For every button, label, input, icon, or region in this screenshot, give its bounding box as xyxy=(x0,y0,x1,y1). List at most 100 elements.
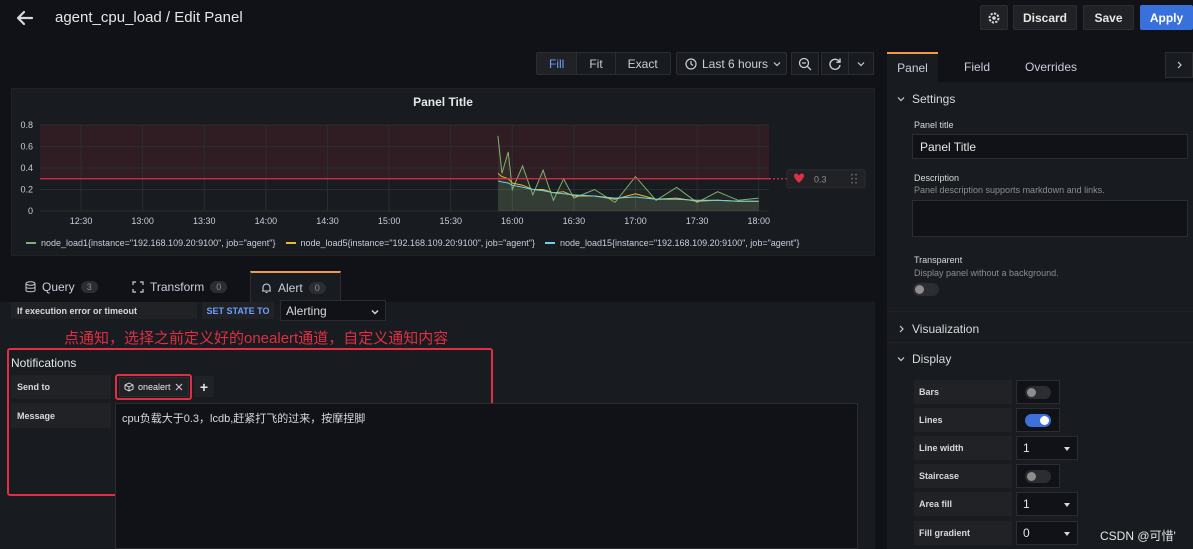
divider xyxy=(887,311,1193,312)
notifications-heading: Notifications xyxy=(11,356,77,370)
drag-handle-icon xyxy=(851,181,853,184)
apply-button[interactable]: Apply xyxy=(1140,5,1193,30)
visualization-section-header[interactable]: Visualization xyxy=(897,322,979,336)
staircase-toggle[interactable] xyxy=(1025,470,1051,483)
gear-icon xyxy=(988,12,1000,23)
tab-alert[interactable]: Alert 0 xyxy=(250,271,341,303)
tab-alert-label: Alert xyxy=(278,281,303,295)
message-textarea[interactable]: cpu负载大于0.3，lcdb,赶紧打飞的过来，按摩捏脚 xyxy=(115,403,858,549)
refresh-interval-dropdown[interactable] xyxy=(848,52,874,75)
exec-error-label: If execution error or timeout xyxy=(11,302,197,319)
x-tick-label: 17:00 xyxy=(624,216,647,226)
display-section-header[interactable]: Display xyxy=(897,352,951,366)
top-bar: agent_cpu_load / Edit Panel Discard Save… xyxy=(0,0,1193,36)
x-tick-label: 13:30 xyxy=(193,216,216,226)
transparent-field-label: Transparent xyxy=(914,255,963,265)
zoom-out-icon xyxy=(798,57,812,70)
threshold-value-label: 0.3 xyxy=(814,174,827,184)
refresh-icon xyxy=(829,58,841,70)
panel-title-input[interactable]: Panel Title xyxy=(912,134,1188,159)
y-tick-label: 0.2 xyxy=(20,185,33,195)
fill-gradient-select[interactable]: 0 xyxy=(1016,521,1078,545)
add-channel-button[interactable]: + xyxy=(194,376,214,397)
tab-alert-count: 0 xyxy=(308,282,326,294)
legend-swatch xyxy=(26,242,36,244)
refresh-button[interactable] xyxy=(821,52,849,75)
x-tick-label: 16:00 xyxy=(501,216,524,226)
tab-transform[interactable]: Transform 0 xyxy=(132,271,228,303)
x-tick-label: 13:00 xyxy=(131,216,154,226)
chevron-down-icon xyxy=(371,310,379,315)
line-width-label: Line width xyxy=(914,436,1012,460)
staircase-label: Staircase xyxy=(914,464,1012,488)
settings-heading: Settings xyxy=(912,92,956,106)
view-mode-fill[interactable]: Fill xyxy=(537,53,578,74)
set-state-label: SET STATE TO xyxy=(202,302,274,319)
chevron-right-icon xyxy=(899,325,904,333)
view-mode-fit[interactable]: Fit xyxy=(577,53,616,74)
x-tick-label: 18:00 xyxy=(747,216,770,226)
time-series-chart: 0 0.2 0.4 0.6 0.8 12:30 13:00 13:30 14:00 14:30 15… xyxy=(20,120,866,226)
description-textarea[interactable] xyxy=(912,200,1188,237)
legend-label: node_load5{instance="192.168.109.20:9100… xyxy=(300,238,536,248)
line-width-select[interactable]: 1 xyxy=(1016,436,1078,460)
x-tick-label: 14:30 xyxy=(316,216,339,226)
settings-section-header[interactable]: Settings xyxy=(897,92,955,106)
view-mode-toggle: Fill Fit Exact xyxy=(536,52,671,75)
divider xyxy=(887,342,1193,343)
bars-toggle[interactable] xyxy=(1025,386,1051,399)
save-button[interactable]: Save xyxy=(1083,5,1134,30)
chevron-down-icon xyxy=(773,61,781,66)
tab-field[interactable]: Field xyxy=(964,52,990,82)
threshold-region xyxy=(40,125,769,179)
chevron-down-icon xyxy=(897,357,905,362)
discard-button[interactable]: Discard xyxy=(1013,5,1077,30)
options-pane: Panel Field Overrides Settings Panel tit… xyxy=(887,52,1193,549)
time-range-picker[interactable]: Last 6 hours xyxy=(676,52,787,75)
tab-overrides[interactable]: Overrides xyxy=(1025,52,1077,82)
chevron-down-icon xyxy=(897,97,905,102)
x-tick-label: 17:30 xyxy=(686,216,709,226)
lines-toggle[interactable] xyxy=(1025,414,1051,427)
tab-panel[interactable]: Panel xyxy=(887,52,938,82)
x-tick-label: 15:00 xyxy=(378,216,401,226)
watermark-text: CSDN @可惜' xyxy=(1100,529,1176,543)
legend-label: node_load1{instance="192.168.109.20:9100… xyxy=(41,238,276,248)
visualization-heading: Visualization xyxy=(912,322,980,336)
annotation-text: 点通知，选择之前定义好的onealert通道，自定义通知内容 xyxy=(64,330,449,347)
message-label: Message xyxy=(11,403,111,428)
description-field-label: Description xyxy=(914,173,960,183)
time-range-label: Last 6 hours xyxy=(702,56,769,71)
clock-icon xyxy=(685,57,697,70)
bell-icon xyxy=(262,283,271,294)
exec-error-state-select[interactable]: Alerting xyxy=(280,300,386,321)
tab-query[interactable]: Query 3 xyxy=(25,271,98,303)
transparent-help-text: Display panel without a background. xyxy=(914,268,1059,278)
tab-transform-label: Transform xyxy=(150,280,205,294)
tab-query-label: Query xyxy=(42,280,75,294)
transparent-toggle[interactable] xyxy=(913,283,939,296)
zoom-out-button[interactable] xyxy=(791,52,819,75)
drag-handle-icon xyxy=(855,181,857,184)
chevron-right-icon xyxy=(1177,61,1182,69)
view-mode-exact[interactable]: Exact xyxy=(616,53,670,74)
description-help-text: Panel description supports markdown and … xyxy=(914,185,1105,195)
dashboard-settings-button[interactable] xyxy=(980,5,1008,30)
area-fill-select[interactable]: 1 xyxy=(1016,492,1078,516)
legend-item-1[interactable]: node_load1{instance="192.168.109.20:9100… xyxy=(26,238,276,248)
back-arrow-icon[interactable] xyxy=(14,7,36,29)
send-to-label: Send to xyxy=(11,375,111,399)
tab-query-count: 3 xyxy=(80,281,98,293)
display-heading: Display xyxy=(912,352,952,366)
legend-item-3[interactable]: node_load15{instance="192.168.109.20:910… xyxy=(545,238,800,248)
graph-panel: 0 0.2 0.4 0.6 0.8 12:30 13:00 13:30 14:00 14:30 15… xyxy=(11,88,875,256)
collapse-options-button[interactable] xyxy=(1165,52,1193,78)
tab-transform-count: 0 xyxy=(210,281,228,293)
chart-legend: node_load1{instance="192.168.109.20:9100… xyxy=(26,238,800,248)
y-tick-label: 0.4 xyxy=(20,163,33,173)
x-tick-label: 12:30 xyxy=(70,216,93,226)
legend-swatch xyxy=(545,242,555,244)
legend-item-2[interactable]: node_load5{instance="192.168.109.20:9100… xyxy=(285,238,536,248)
page-title: agent_cpu_load / Edit Panel xyxy=(55,9,243,26)
fill-gradient-label: Fill gradient xyxy=(914,521,1012,545)
